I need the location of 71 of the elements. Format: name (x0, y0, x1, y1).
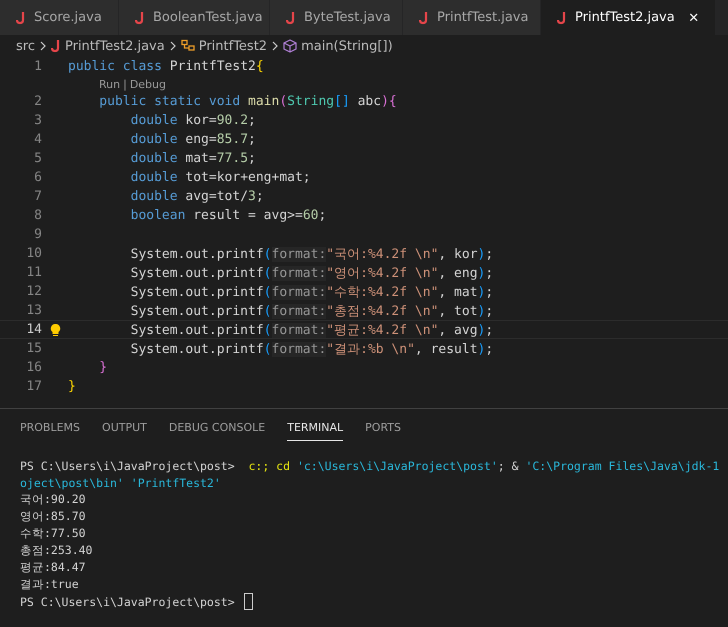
code-line: System.out.printf(format:"수학:%4.2f \n", mat); (130, 284, 494, 300)
editor-tab[interactable]: BooleanTest.java (119, 0, 270, 35)
panel-tab[interactable]: TERMINAL (287, 419, 344, 441)
java-file-icon (557, 10, 567, 24)
code-line: boolean result = avg>=60; (130, 208, 326, 223)
line-number: 14 (25, 322, 42, 337)
breadcrumb-item[interactable]: PrintfTest2.java (64, 38, 165, 54)
breadcrumb-item[interactable]: src (16, 38, 35, 54)
code-line: System.out.printf(format:"평균:%4.2f \n", avg); (130, 322, 494, 338)
cube-icon (283, 39, 298, 53)
code-line: } (98, 360, 108, 375)
codelens-link[interactable]: Run (99, 78, 120, 90)
code-line: System.out.printf(format:"국어:%4.2f \n", kor); (130, 246, 494, 262)
editor-tab[interactable]: Score.java (0, 0, 119, 35)
java-file-icon (135, 10, 145, 24)
line-number: 9 (33, 227, 42, 242)
panel-tab[interactable]: OUTPUT (102, 419, 147, 440)
separator: | (123, 78, 127, 90)
terminal-line: 총점:253.40 (20, 543, 92, 558)
line-number: 15 (25, 341, 42, 356)
java-file-icon (419, 10, 429, 24)
breadcrumb-item[interactable]: main(String[]) (301, 38, 393, 54)
line-number: 13 (25, 303, 42, 318)
code-line: System.out.printf(format:"결과:%b \n", result); (130, 340, 494, 358)
chevron-icon (38, 41, 47, 51)
line-number: 12 (25, 284, 42, 299)
code-line: double tot=kor+eng+mat; (130, 170, 311, 185)
editor-tab[interactable]: ByteTest.java (270, 0, 403, 35)
terminal-line: 수학:77.50 (20, 526, 86, 541)
line-number: 3 (33, 113, 42, 128)
editor-tab[interactable]: PrintfTest2.java × (541, 0, 716, 35)
breadcrumb-item[interactable]: PrintfTest2 (198, 38, 268, 54)
panel-tab[interactable]: PROBLEMS (20, 419, 80, 440)
panel-tab[interactable]: PORTS (365, 419, 401, 440)
chevron-icon (168, 41, 177, 51)
codelens-link[interactable]: Debug (130, 78, 166, 90)
editor-tab[interactable]: PrintfTest.java (403, 0, 541, 35)
line-number: 4 (33, 132, 42, 147)
line-number: 11 (25, 265, 42, 280)
line-number: 7 (33, 189, 42, 204)
line-number: 5 (33, 151, 42, 166)
java-file-icon (16, 10, 26, 24)
terminal-line: PS C:\Users\i\JavaProject\post> c:; cd 'c:\Users\i\JavaProject\post'; & 'C:\Program Files\Java\jdk-1 (20, 458, 720, 472)
terminal-line: PS C:\Users\i\JavaProject\post> (20, 594, 236, 608)
terminal-line: 결과:true (20, 577, 79, 592)
code-line: public static void main(String[] abc){ (98, 94, 397, 109)
line-number: 16 (25, 360, 42, 375)
terminal-line: 영어:85.70 (20, 509, 86, 524)
line-number: 10 (25, 246, 42, 261)
line-number: 17 (25, 379, 42, 394)
code-line: double avg=tot/3; (130, 189, 264, 204)
line-number: 8 (33, 208, 42, 223)
java-file-icon (50, 39, 61, 53)
code-line: System.out.printf(format:"총점:%4.2f \n", tot); (130, 302, 494, 320)
code-line: double eng=85.7; (130, 132, 256, 147)
code-line: } (68, 379, 76, 394)
code-line: System.out.printf(format:"영어:%4.2f \n", eng); (130, 264, 494, 282)
code-line: public class PrintfTest2{ (68, 59, 264, 74)
line-number: 6 (33, 170, 42, 185)
code-line: double kor=90.2; (130, 113, 256, 128)
terminal-line: 국어:90.20 (20, 492, 86, 507)
terminal-line: 평균:84.47 (20, 560, 86, 575)
java-file-icon (286, 10, 296, 24)
class-icon (180, 39, 195, 53)
line-number: 2 (33, 94, 42, 109)
close-button[interactable]: × (686, 9, 701, 26)
panel-tab[interactable]: DEBUG CONSOLE (168, 419, 266, 440)
chevron-icon (271, 41, 280, 51)
terminal-line: oject\post\bin' 'PrintfTest2' (20, 476, 221, 490)
line-number: 1 (33, 59, 42, 74)
code-line: double mat=77.5; (130, 151, 256, 166)
